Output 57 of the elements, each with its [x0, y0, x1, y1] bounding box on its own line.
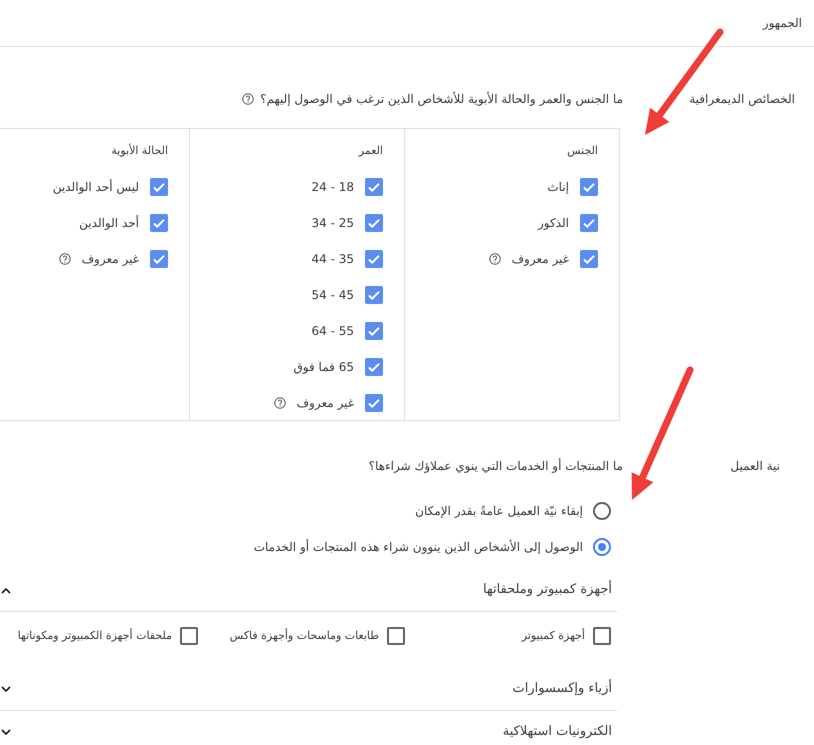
help-icon[interactable] [274, 397, 286, 409]
checkbox[interactable] [387, 627, 405, 645]
checkbox[interactable] [365, 178, 383, 196]
chevron-down-icon [1, 728, 11, 736]
category-header[interactable]: أزياء وإكسسوارات [0, 668, 617, 711]
option-label: إبقاء نيّة العميل عامةً بقدر الإمكان [415, 503, 583, 520]
option-label: 45 - 54 [311, 287, 354, 304]
category-title: الكترونيات استهلاكية [502, 723, 612, 742]
checkbox[interactable] [593, 627, 611, 645]
checkbox[interactable] [580, 178, 598, 196]
checkbox[interactable] [150, 214, 168, 232]
checkbox[interactable] [365, 250, 383, 268]
section-label: نية العميل [729, 458, 781, 475]
column-header: الجنس [566, 143, 598, 159]
option-label: أجهزة كمبيوتر [522, 628, 585, 644]
checkbox[interactable] [580, 250, 598, 268]
checkbox[interactable] [365, 358, 383, 376]
radio-button[interactable] [593, 502, 611, 520]
category-title: أزياء وإكسسوارات [512, 679, 612, 698]
option-label: ليس أحد الوالدين [52, 178, 139, 196]
category-header[interactable]: الكترونيات استهلاكية [0, 711, 617, 745]
help-icon[interactable] [488, 253, 501, 265]
checkbox[interactable] [180, 627, 198, 645]
option-label: غير معروف [82, 251, 139, 268]
option-label: ملحقات أجهزة الكمبيوتر ومكوناتها [18, 628, 172, 644]
option-label: طابعات وماسحات وأجهزة فاكس [230, 628, 379, 644]
option-label: 25 - 34 [311, 215, 354, 232]
option-label: غير معروف [512, 251, 569, 268]
section-title: الجمهور [762, 15, 802, 32]
checkbox[interactable] [150, 250, 168, 268]
help-icon[interactable] [242, 93, 254, 105]
checkbox[interactable] [150, 178, 168, 196]
checkbox[interactable] [365, 322, 383, 340]
option-label: 35 - 44 [311, 251, 354, 268]
chevron-down-icon [1, 686, 11, 692]
checkbox[interactable] [580, 214, 598, 232]
help-icon[interactable] [58, 253, 71, 265]
option-label: أحد الوالدين [79, 214, 139, 232]
column-header: العمر [357, 143, 383, 159]
category-title: أجهزة كمبيوتر وملحقاتها [483, 580, 612, 600]
option-label: غير معروف [296, 395, 354, 412]
option-label: 65 فما فوق [294, 359, 354, 376]
radio-button[interactable] [593, 538, 611, 556]
question-text: ما الجنس والعمر والحالة الأبوية للأشخاص الذين ترغب في الوصول إليهم؟ [260, 90, 623, 108]
option-label: إناث [547, 179, 569, 196]
option-label: 18 - 24 [311, 179, 354, 196]
checkbox[interactable] [365, 214, 383, 232]
chevron-up-icon [1, 586, 11, 594]
checkbox[interactable] [365, 394, 383, 412]
section-label: الخصائص الديمغرافية [688, 91, 796, 108]
option-label: الذكور [538, 215, 569, 232]
column-header: الحالة الأبوية [110, 143, 168, 159]
option-label: الوصول إلى الأشخاص الذين ينوون شراء هذه المنتجات أو الخدمات [254, 538, 583, 556]
category-header[interactable]: أجهزة كمبيوتر وملحقاتها [0, 569, 617, 612]
question-text: ما المنتجات أو الخدمات التي ينوي عملاؤك شراءها؟ [368, 457, 623, 475]
option-label: 55 - 64 [311, 323, 354, 340]
checkbox[interactable] [365, 286, 383, 304]
